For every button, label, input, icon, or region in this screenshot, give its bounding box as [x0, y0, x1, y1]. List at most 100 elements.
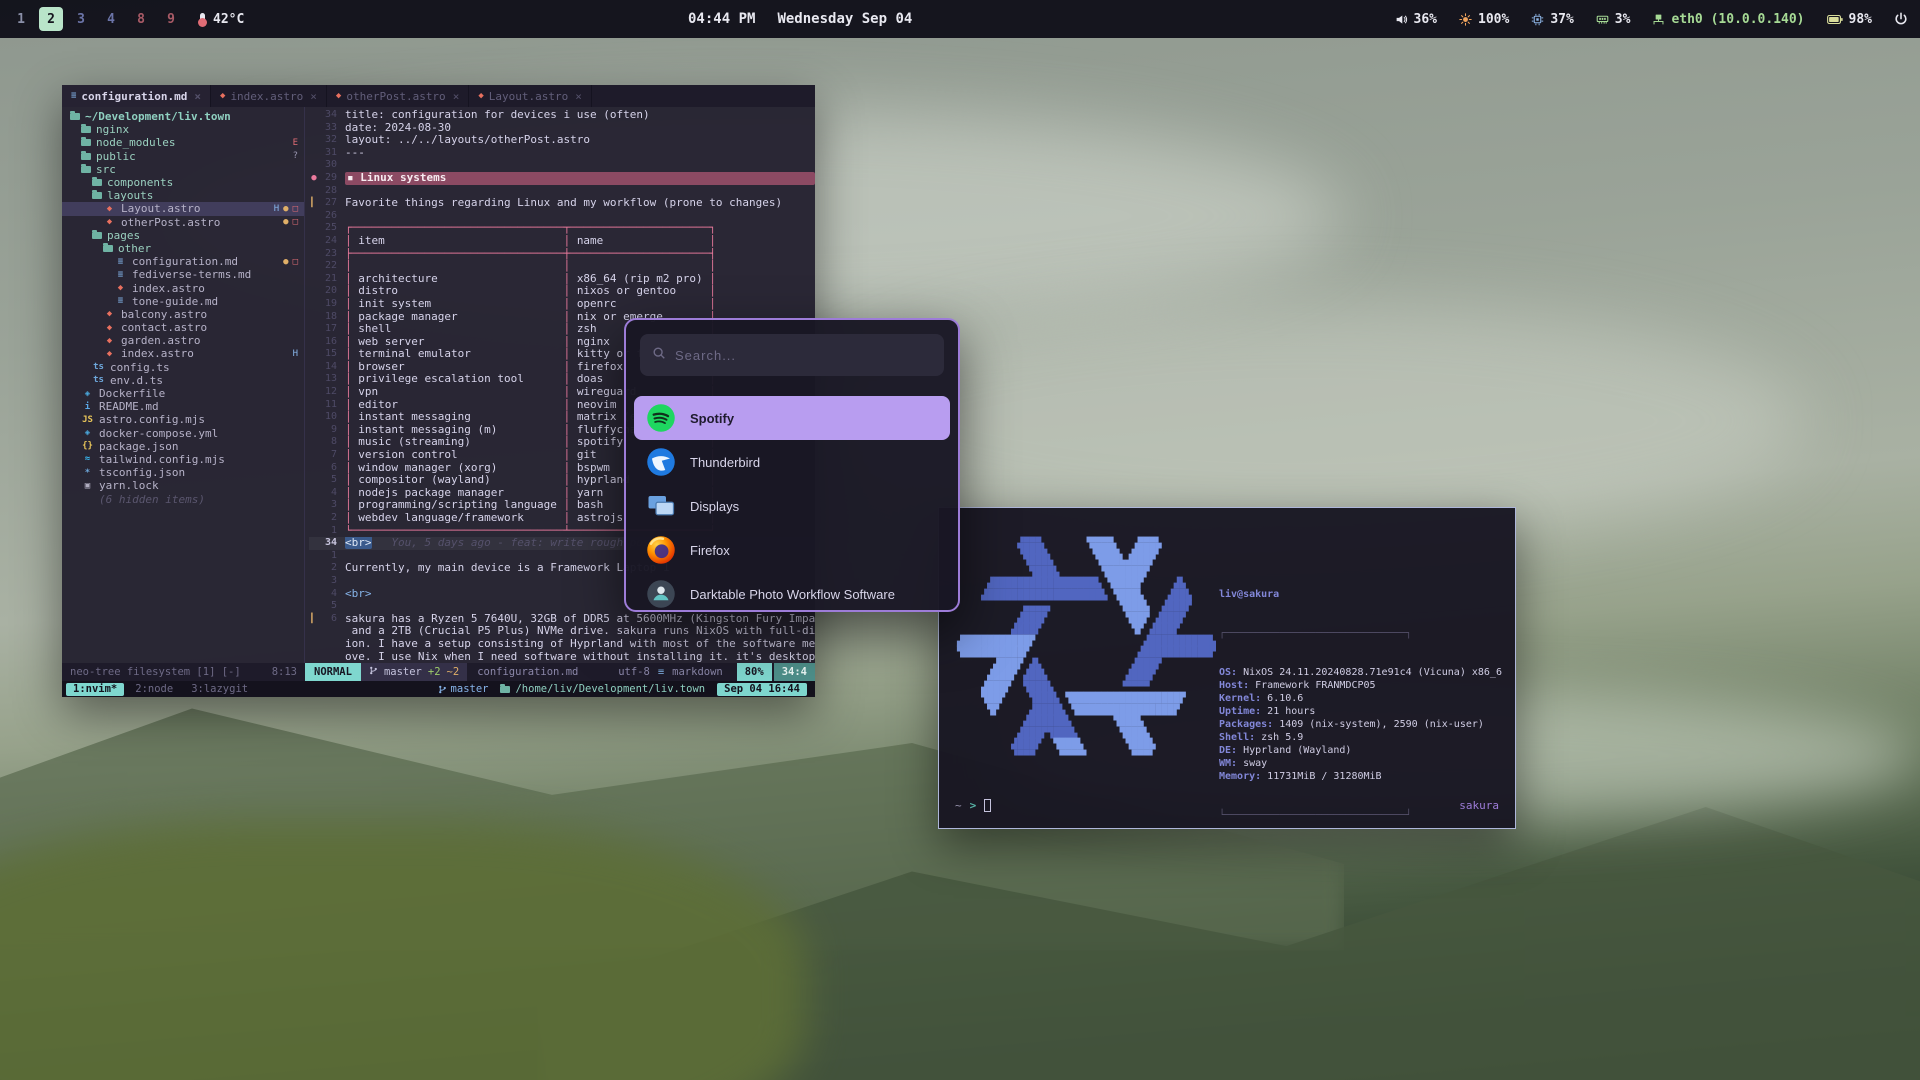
tmux-window-2:node[interactable]: 2:node	[128, 683, 180, 696]
cpu-icon	[1531, 13, 1544, 26]
shell-prompt[interactable]: ~ >	[955, 799, 991, 812]
tree-item[interactable]: pages	[62, 229, 304, 242]
line-number: 29	[319, 172, 345, 185]
tree-item[interactable]: nginx	[62, 123, 304, 136]
close-icon[interactable]: ×	[194, 90, 201, 103]
sign-column	[309, 336, 319, 349]
tree-item[interactable]: ◈docker-compose.yml	[62, 427, 304, 440]
launcher-item-label: Firefox	[690, 543, 730, 558]
workspace-button-1[interactable]: 1	[9, 7, 33, 31]
tmux-path: /home/liv/Development/liv.town	[500, 683, 705, 695]
module-memory[interactable]: 3%	[1596, 12, 1631, 27]
workspace-button-3[interactable]: 3	[69, 7, 93, 31]
tree-item[interactable]: ▣yarn.lock	[62, 479, 304, 492]
tree-item[interactable]: ≈tailwind.config.mjs	[62, 453, 304, 466]
power-button[interactable]	[1894, 12, 1908, 26]
tree-item-label: otherPost.astro	[121, 216, 220, 229]
file-tree[interactable]: ~/Development/liv.townnginxnode_modulesE…	[62, 107, 305, 663]
tree-item[interactable]: ≡tone-guide.md	[62, 295, 304, 308]
search-box[interactable]	[640, 334, 944, 376]
tree-item[interactable]: components	[62, 176, 304, 189]
module-cpu[interactable]: 37%	[1531, 12, 1573, 27]
tab-otherPost.astro[interactable]: ◆otherPost.astro×	[327, 85, 469, 107]
launcher-item[interactable]: Thunderbird	[634, 440, 950, 484]
memory-icon	[1596, 13, 1609, 26]
code-text	[345, 210, 815, 223]
terminal-window[interactable]: ▗▄▄▄ ▗▄▄▄▄ ▄▄▄▖ ▜███▙ ▜███▙ ▟███▛ ▜███▙ …	[938, 507, 1516, 829]
line-number: 1	[319, 550, 345, 563]
tree-item[interactable]: src	[62, 163, 304, 176]
workspace-button-4[interactable]: 4	[99, 7, 123, 31]
launcher-item[interactable]: Firefox	[634, 528, 950, 572]
folder-icon	[81, 139, 91, 146]
sign-column	[309, 625, 319, 638]
module-network[interactable]: eth0 (10.0.0.140)	[1652, 12, 1804, 27]
statusline: neo-tree filesystem [1] [-] 8:13 NORMAL …	[62, 663, 815, 681]
tree-item[interactable]: (6 hidden items)	[62, 492, 304, 505]
module-brightness[interactable]: 100%	[1459, 12, 1509, 27]
tree-item[interactable]: ≡fediverse-terms.md	[62, 268, 304, 281]
workspace-button-2[interactable]: 2	[39, 7, 63, 31]
tree-item[interactable]: ◆balcony.astro	[62, 308, 304, 321]
tree-item[interactable]: JSastro.config.mjs	[62, 413, 304, 426]
markdown-icon: ≡	[658, 666, 664, 678]
launcher-item[interactable]: Displays	[634, 484, 950, 528]
buffer-line: ▎27Favorite things regarding Linux and m…	[309, 197, 815, 210]
folder-icon	[92, 232, 102, 239]
fetch-info-value: 11731MiB / 31280MiB	[1261, 771, 1381, 782]
tree-item[interactable]: ~/Development/liv.town	[62, 110, 304, 123]
folder-icon	[70, 113, 80, 120]
sign-column	[309, 361, 319, 374]
close-icon[interactable]: ×	[453, 90, 460, 103]
tree-item[interactable]: ◆otherPost.astro●□	[62, 216, 304, 229]
tab-Layout.astro[interactable]: ◆ Layout.astro ×	[469, 85, 592, 107]
line-number	[319, 638, 345, 651]
tree-item[interactable]: ◆Layout.astroH●□	[62, 202, 304, 215]
module-battery[interactable]: 98%	[1827, 12, 1872, 27]
line-number: 8	[319, 436, 345, 449]
close-icon[interactable]: ×	[310, 90, 317, 103]
tree-item[interactable]: tsenv.d.ts	[62, 374, 304, 387]
workspace-button-9[interactable]: 9	[159, 7, 183, 31]
tab-label: Layout.astro	[489, 90, 568, 103]
tree-item[interactable]: ◆garden.astro	[62, 334, 304, 347]
sign-column	[309, 411, 319, 424]
line-number: 14	[319, 361, 345, 374]
tree-item-label: nginx	[96, 123, 129, 136]
git-status-badges: ●□	[283, 257, 298, 267]
fetch-info-value: 1409 (nix-system), 2590 (nix-user)	[1273, 719, 1484, 730]
tree-item[interactable]: ◈Dockerfile	[62, 387, 304, 400]
tab-configuration.md[interactable]: ≡configuration.md×	[62, 85, 211, 107]
tree-item[interactable]: ◆index.astroH	[62, 347, 304, 360]
tree-item[interactable]: public?	[62, 150, 304, 163]
line-number: 13	[319, 373, 345, 386]
astro-icon: ◆	[478, 91, 483, 101]
tmux-window-1:nvim*[interactable]: 1:nvim*	[66, 683, 124, 696]
tree-item-label: Layout.astro	[121, 202, 200, 215]
buffer-line: 30	[309, 159, 815, 172]
tree-item[interactable]: layouts	[62, 189, 304, 202]
tab-label: index.astro	[230, 90, 303, 103]
tree-item[interactable]: *tsconfig.json	[62, 466, 304, 479]
launcher-item[interactable]: Spotify	[634, 396, 950, 440]
tree-item-label: (6 hidden items)	[99, 493, 205, 506]
line-number: 24	[319, 235, 345, 248]
tab-index.astro[interactable]: ◆index.astro×	[211, 85, 327, 107]
launcher-item[interactable]: Darktable Photo Workflow Software	[634, 572, 950, 612]
module-volume[interactable]: 36%	[1395, 12, 1437, 27]
tmux-window-3:lazygit[interactable]: 3:lazygit	[184, 683, 255, 696]
workspace-button-8[interactable]: 8	[129, 7, 153, 31]
tree-item-label: config.ts	[110, 361, 170, 374]
tree-item[interactable]: tsconfig.ts	[62, 361, 304, 374]
tree-item[interactable]: ◆index.astro	[62, 281, 304, 294]
tree-item[interactable]: ◆contact.astro	[62, 321, 304, 334]
tree-item[interactable]: iREADME.md	[62, 400, 304, 413]
close-icon[interactable]: ×	[575, 90, 582, 103]
tree-item[interactable]: {}package.json	[62, 440, 304, 453]
tree-item[interactable]: node_modulesE	[62, 136, 304, 149]
tree-item-label: fediverse-terms.md	[132, 268, 251, 281]
tree-item[interactable]: other	[62, 242, 304, 255]
fetch-info: liv@sakura ┌────────────────────────────…	[1219, 562, 1502, 829]
search-input[interactable]	[675, 348, 932, 363]
tree-item[interactable]: ≡configuration.md●□	[62, 255, 304, 268]
